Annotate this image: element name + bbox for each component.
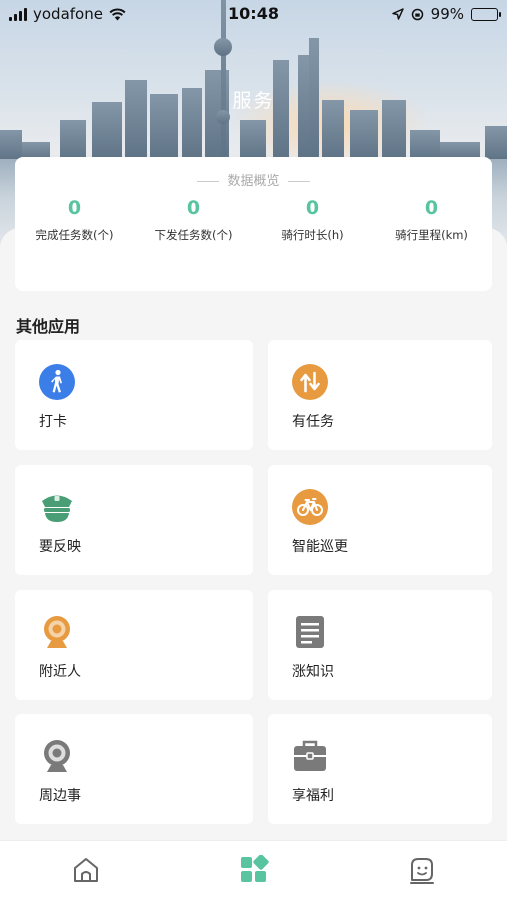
profile-icon[interactable] [407,855,437,885]
home-icon[interactable] [71,855,101,885]
stat-value: 0 [67,197,82,219]
bottom-tab-bar [0,840,507,900]
page-title: 服务 [232,90,275,112]
app-tile-tasks[interactable]: 有任务 [268,340,492,450]
camera-icon [44,740,70,772]
battery-percent: 99% [430,5,464,23]
stats-heading: 数据概览 [15,170,492,189]
app-label: 享福利 [292,788,334,804]
walk-icon [39,364,75,400]
app-tile-nearby-people[interactable]: 附近人 [15,590,253,700]
battery-icon [471,7,501,21]
app-label: 涨知识 [292,664,334,680]
app-label: 附近人 [39,664,81,680]
stats-card: 数据概览 0 完成任务数(个) 0 下发任务数(个) 0 骑行时长(h) 0 骑… [15,157,492,291]
orientation-lock-icon [411,8,423,20]
stat-issued-tasks: 0 下发任务数(个) [134,197,253,243]
stat-completed-tasks: 0 完成任务数(个) [15,197,134,243]
stat-value: 0 [186,197,201,219]
stat-riding-distance: 0 骑行里程(km) [372,197,491,243]
section-title-other-apps: 其他应用 [16,317,81,336]
bicycle-icon [292,489,328,525]
stat-label: 下发任务数(个) [154,228,233,242]
swap-arrows-icon [292,364,328,400]
app-label: 智能巡更 [292,539,348,555]
stat-value: 0 [424,197,439,219]
stat-label: 完成任务数(个) [35,228,114,242]
status-bar: yodafone 10:48 99% [0,0,507,30]
app-tile-patrol[interactable]: 智能巡更 [268,465,492,575]
apps-icon[interactable] [239,855,269,885]
stat-label: 骑行里程(km) [395,228,468,242]
app-tile-nearby-events[interactable]: 周边事 [15,714,253,824]
app-tile-knowledge[interactable]: 涨知识 [268,590,492,700]
app-label: 有任务 [292,414,334,430]
webcam-icon [44,616,70,648]
police-cap-icon [42,495,72,522]
app-label: 周边事 [39,788,81,804]
stat-riding-hours: 0 骑行时长(h) [253,197,372,243]
app-tile-check-in[interactable]: 打卡 [15,340,253,450]
app-label: 要反映 [39,539,81,555]
document-icon [296,616,324,648]
briefcase-icon [294,740,326,771]
stat-value: 0 [305,197,320,219]
stat-label: 骑行时长(h) [281,228,344,242]
app-label: 打卡 [39,414,67,430]
app-tile-report[interactable]: 要反映 [15,465,253,575]
app-tile-benefits[interactable]: 享福利 [268,714,492,824]
location-arrow-icon [391,8,404,20]
